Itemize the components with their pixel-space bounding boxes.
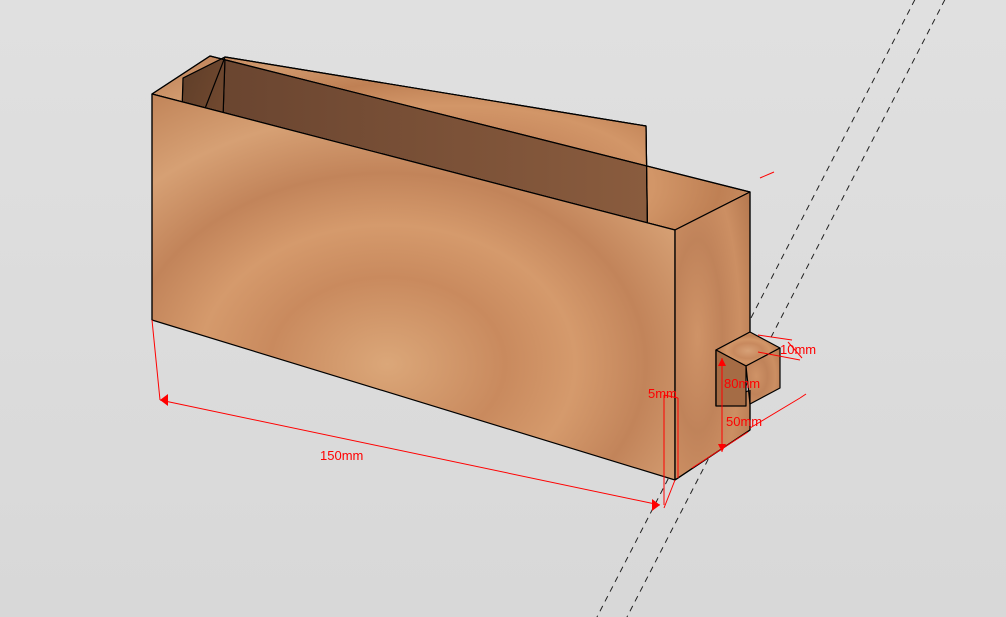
model-viewport[interactable]: 150mm 5mm 80mm 10mm 50mm: [0, 0, 1006, 617]
dimension-notch-height: 80mm: [724, 376, 760, 391]
wooden-box[interactable]: [152, 56, 780, 480]
scene-svg: [0, 0, 1006, 617]
dimension-side-notch: 50mm: [726, 414, 762, 429]
dimension-front-small: 5mm: [648, 386, 677, 401]
dimension-length: 150mm: [320, 448, 363, 463]
dimension-lip: 10mm: [780, 342, 816, 357]
